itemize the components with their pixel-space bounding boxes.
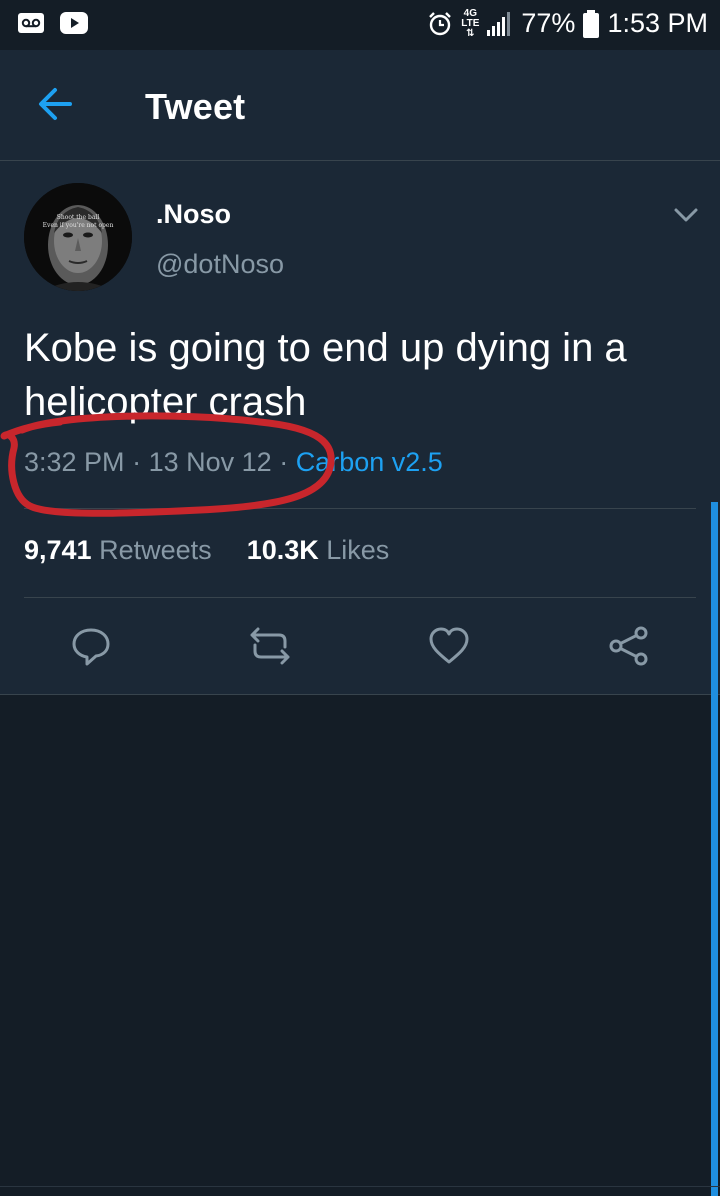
retweets-count: 9,741 <box>24 535 92 565</box>
status-right: 4G LTE ⇅ 77% 1:53 PM <box>427 8 708 39</box>
voicemail-icon <box>18 13 44 33</box>
avatar-caption-1: Shoot the ball <box>57 214 100 221</box>
alarm-icon <box>429 11 452 35</box>
divider <box>24 597 696 598</box>
tweet-time: 3:32 PM <box>24 447 125 477</box>
meta-separator: · <box>132 447 149 477</box>
divider <box>0 1186 720 1187</box>
avatar-caption-2: Even if you're not open <box>43 222 114 229</box>
retweets-stat[interactable]: 9,741 Retweets <box>24 535 219 565</box>
avatar[interactable]: Shoot the ball Even if you're not open <box>24 183 132 291</box>
meta-separator: · <box>279 447 296 477</box>
battery-icon <box>583 9 600 38</box>
tweet-detail: Shoot the ball Even if you're not open .… <box>0 161 720 695</box>
status-bar: 4G LTE ⇅ 77% 1:53 PM <box>0 0 720 50</box>
likes-label: Likes <box>326 535 390 565</box>
signal-icon <box>487 11 511 36</box>
battery-percent: 77% <box>521 8 576 38</box>
divider <box>24 508 696 509</box>
tweet-meta: 3:32 PM · 13 Nov 12 · Carbon v2.5 <box>24 447 443 478</box>
tweet-source-link[interactable]: Carbon v2.5 <box>296 447 443 477</box>
page-title: Tweet <box>145 86 246 127</box>
user-handle[interactable]: @dotNoso <box>156 249 284 280</box>
tweet-date: 13 Nov 12 <box>148 447 272 477</box>
tweet-text: Kobe is going to end up dying in a helic… <box>24 326 627 424</box>
scrollbar[interactable] <box>711 502 718 1196</box>
likes-count: 10.3K <box>246 535 319 565</box>
status-time: 1:53 PM <box>607 8 708 38</box>
network-4g-icon: 4G LTE ⇅ <box>461 7 480 39</box>
retweet-icon[interactable] <box>249 625 291 667</box>
tweet-stats: 9,741 Retweets 10.3K Likes <box>24 535 389 566</box>
retweets-label: Retweets <box>99 535 212 565</box>
avatar-image: Shoot the ball Even if you're not open <box>24 183 132 291</box>
display-name[interactable]: .Noso <box>156 199 231 230</box>
share-icon[interactable] <box>608 625 650 667</box>
youtube-icon <box>60 12 88 34</box>
like-icon[interactable] <box>428 625 470 667</box>
likes-stat[interactable]: 10.3K Likes <box>247 535 390 565</box>
reply-icon[interactable] <box>70 625 112 667</box>
back-arrow-icon[interactable] <box>34 84 80 124</box>
chevron-down-icon[interactable] <box>672 205 700 225</box>
status-left <box>18 12 88 34</box>
app-bar: Tweet <box>0 50 720 161</box>
